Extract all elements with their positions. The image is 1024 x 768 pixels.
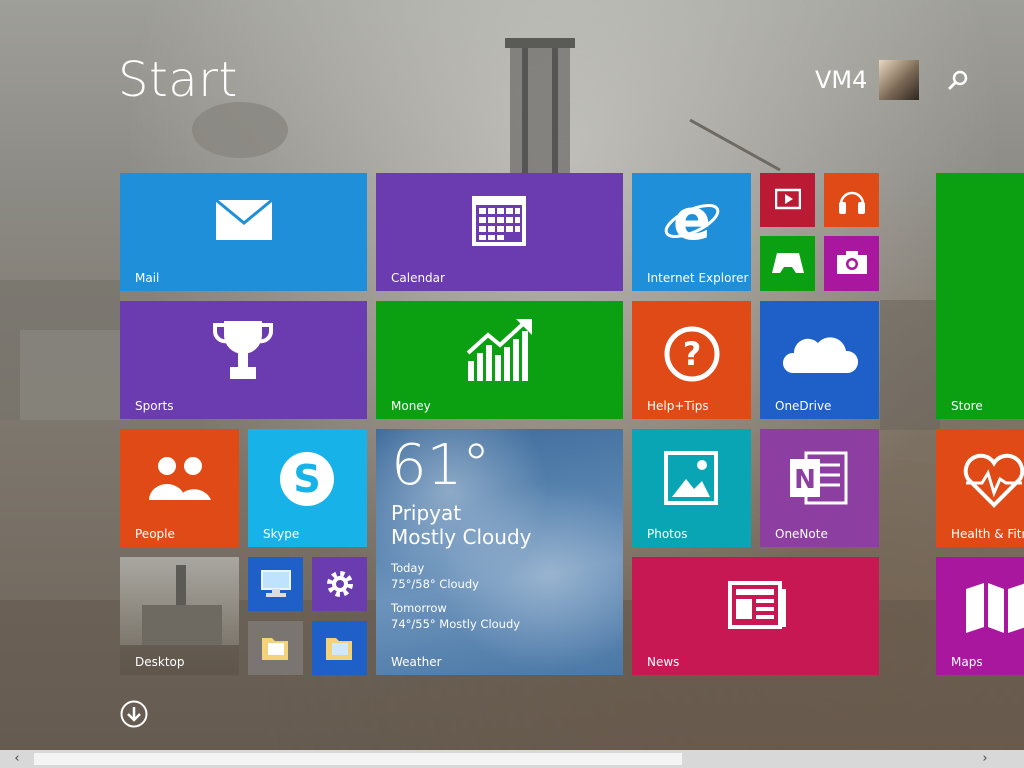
trophy-icon — [213, 321, 273, 379]
tile-photos[interactable]: Photos — [632, 429, 751, 547]
tile-skype[interactable]: S Skype — [248, 429, 367, 547]
heart-icon — [963, 453, 1024, 508]
tile-store[interactable]: Store — [936, 173, 1024, 419]
mail-icon — [215, 199, 273, 240]
tile-label: Health & Fitne — [951, 527, 1024, 541]
svg-text:?: ? — [683, 335, 702, 373]
tile-weather[interactable]: 61° Pripyat Mostly Cloudy Today 75°/58° … — [376, 429, 623, 675]
page-title: Start — [118, 52, 238, 108]
tile-label: Calendar — [391, 271, 445, 285]
svg-text:e: e — [673, 191, 711, 251]
weather-city: Pripyat — [391, 501, 462, 525]
tile-onedrive[interactable]: OneDrive — [760, 301, 879, 419]
weather-today-label: Today — [391, 561, 425, 575]
tile-label: People — [135, 527, 175, 541]
tile-money[interactable]: Money — [376, 301, 623, 419]
scroll-left-icon[interactable]: ‹ — [8, 750, 26, 768]
tile-settings[interactable] — [312, 557, 367, 611]
user-name[interactable]: VM4 — [815, 66, 867, 94]
tile-games[interactable] — [760, 236, 815, 291]
tile-folder[interactable] — [248, 621, 303, 675]
tile-desktop[interactable]: Desktop — [120, 557, 239, 675]
music-icon — [839, 191, 865, 214]
weather-tomorrow-label: Tomorrow — [391, 601, 447, 615]
scroll-right-icon[interactable]: › — [976, 750, 994, 768]
tile-sports[interactable]: Sports — [120, 301, 367, 419]
svg-text:N: N — [794, 465, 816, 495]
tile-news[interactable]: News — [632, 557, 879, 675]
tile-label: Skype — [263, 527, 300, 541]
tile-label: Desktop — [135, 655, 185, 669]
tile-label: Sports — [135, 399, 174, 413]
tile-video[interactable] — [760, 173, 815, 227]
tile-label: Internet Explorer — [647, 271, 749, 285]
ie-icon: e — [664, 191, 720, 251]
avatar[interactable] — [879, 60, 919, 100]
tile-label: OneDrive — [775, 399, 832, 413]
folder-icon — [262, 638, 288, 660]
tile-music[interactable] — [824, 173, 879, 227]
down-arrow-icon[interactable] — [120, 700, 148, 728]
money-chart-icon — [466, 319, 532, 381]
video-icon — [775, 188, 801, 210]
gear-icon — [327, 571, 353, 597]
tile-mail[interactable]: Mail — [120, 173, 367, 291]
tile-onenote[interactable]: N OneNote — [760, 429, 879, 547]
people-icon — [149, 457, 211, 500]
tile-label: News — [647, 655, 680, 669]
tile-label: Photos — [647, 527, 688, 541]
tile-label: Mail — [135, 271, 160, 285]
tile-health-fitness[interactable]: Health & Fitne — [936, 429, 1024, 547]
games-icon — [772, 253, 804, 273]
computer-icon — [261, 570, 291, 597]
tile-label: Money — [391, 399, 431, 413]
tile-maps[interactable]: Maps — [936, 557, 1024, 675]
help-icon: ? — [664, 326, 720, 382]
weather-tomorrow-forecast: 74°/55° Mostly Cloudy — [391, 617, 521, 631]
weather-condition: Mostly Cloudy — [391, 525, 532, 549]
tile-label: Help+Tips — [647, 399, 709, 413]
scroll-thumb[interactable] — [34, 753, 682, 765]
tile-folder-2[interactable] — [312, 621, 367, 675]
tile-label: Maps — [951, 655, 983, 669]
tile-camera[interactable] — [824, 236, 879, 291]
tile-calendar[interactable]: Calendar — [376, 173, 623, 291]
tile-label: OneNote — [775, 527, 828, 541]
tile-computer[interactable] — [248, 557, 303, 611]
tile-people[interactable]: People — [120, 429, 239, 547]
horizontal-scrollbar[interactable]: ‹ › — [0, 750, 1024, 768]
tile-label: Store — [951, 399, 983, 413]
weather-today-forecast: 75°/58° Cloudy — [391, 577, 479, 591]
folder-icon — [326, 638, 352, 660]
camera-icon — [837, 251, 867, 274]
tile-label: Weather — [391, 655, 442, 669]
onenote-icon: N — [790, 451, 848, 505]
tile-help-tips[interactable]: ? Help+Tips — [632, 301, 751, 419]
tile-internet-explorer[interactable]: e Internet Explorer — [632, 173, 751, 291]
weather-temperature: 61° — [391, 433, 491, 498]
news-icon — [728, 581, 786, 629]
photos-icon — [664, 451, 718, 505]
svg-text:S: S — [293, 457, 320, 501]
skype-icon: S — [280, 452, 334, 506]
maps-icon — [966, 583, 1024, 633]
search-icon[interactable] — [944, 67, 972, 95]
cloud-icon — [782, 337, 859, 373]
calendar-icon — [472, 196, 526, 246]
